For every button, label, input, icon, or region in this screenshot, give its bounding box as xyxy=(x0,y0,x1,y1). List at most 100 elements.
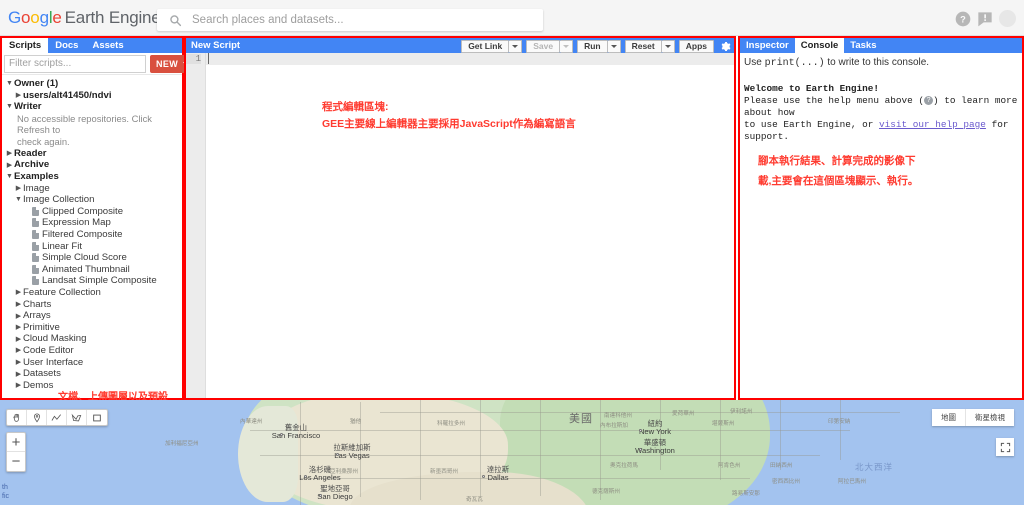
google-earth-engine-logo: Google Earth Engine xyxy=(8,7,161,27)
code-editor-panel: New Script Get Link Save Run Reset Apps … xyxy=(184,36,736,400)
tab-docs[interactable]: Docs xyxy=(48,38,85,53)
polyline-icon[interactable] xyxy=(47,410,67,425)
tree-item[interactable]: ▶ Feature Collection xyxy=(5,287,182,299)
save-button[interactable]: Save xyxy=(526,39,561,53)
tab-assets[interactable]: Assets xyxy=(85,38,130,53)
map-region-label: 奧克拉荷馬 xyxy=(610,463,638,469)
help-icon[interactable]: ? xyxy=(955,11,971,27)
tree-item[interactable]: Landsat Simple Composite xyxy=(5,275,182,287)
reset-dropdown[interactable] xyxy=(661,39,675,53)
tree-item[interactable]: ▼ Examples xyxy=(5,171,182,183)
map-region-label: 德克薩斯州 xyxy=(592,489,620,495)
map-fullscreen-button[interactable] xyxy=(996,438,1014,456)
map-type-map-button[interactable]: 地圖 xyxy=(932,409,966,426)
chevron-down-icon: ▼ xyxy=(6,80,13,88)
tree-item[interactable]: ▶ Code Editor xyxy=(5,345,182,357)
tree-item[interactable]: ▶ Datasets xyxy=(5,368,182,380)
reset-button[interactable]: Reset xyxy=(624,39,662,53)
console-hint-prefix: Use xyxy=(744,57,765,68)
run-button[interactable]: Run xyxy=(577,39,608,53)
map-region-label: 猶他 xyxy=(350,419,362,425)
tree-item-label: Examples xyxy=(14,171,59,183)
tab-tasks[interactable]: Tasks xyxy=(844,38,882,53)
map-border xyxy=(540,400,541,496)
tree-item[interactable]: ▶ Primitive xyxy=(5,321,182,333)
line-number-1: 1 xyxy=(186,54,201,64)
map-viewport[interactable]: 內華達州 猶他 科羅拉多州 內布拉斯加 堪薩斯州 印第安納 加利福尼亞州 亞利桑那州 新墨西哥州… xyxy=(0,400,1024,505)
tree-item[interactable]: ▶ Reader xyxy=(5,148,182,160)
tree-item[interactable]: ▼ Image Collection xyxy=(5,194,182,206)
editor-button-group: Get Link Save Run Reset Apps xyxy=(461,39,732,53)
hand-icon[interactable] xyxy=(7,410,27,425)
file-icon xyxy=(32,230,39,240)
account-avatar[interactable] xyxy=(999,10,1016,27)
map-city-dot xyxy=(280,433,283,436)
tree-item[interactable]: Filtered Composite xyxy=(5,229,182,241)
filter-scripts-input[interactable] xyxy=(4,54,146,73)
map-region-label: 堪薩斯州 xyxy=(712,421,735,427)
tree-item-label: User Interface xyxy=(23,356,84,368)
tree-item-label: Arrays xyxy=(23,310,51,322)
tree-item[interactable]: ▶ Image xyxy=(5,182,182,194)
tree-item[interactable]: ▶ Arrays xyxy=(5,310,182,322)
tree-item[interactable]: Expression Map xyxy=(5,217,182,229)
map-city-label: 拉斯維加斯 Las Vegas xyxy=(334,444,371,460)
tree-item-label: Demos xyxy=(23,379,54,391)
tree-item[interactable]: ▶ Archive xyxy=(5,159,182,171)
map-type-controls: 地圖 衛星檢視 xyxy=(932,409,1014,426)
tree-item[interactable]: Animated Thumbnail xyxy=(5,264,182,276)
new-button-label: NEW xyxy=(156,58,179,69)
tree-item[interactable]: ▶ users/alt41450/ndvi xyxy=(5,90,182,102)
map-border xyxy=(250,430,850,431)
feedback-icon[interactable] xyxy=(977,11,993,27)
chevron-down-icon xyxy=(664,44,671,48)
zoom-in-button[interactable]: + xyxy=(7,433,25,452)
help-page-link[interactable]: visit our help page xyxy=(879,119,986,130)
map-type-satellite-button[interactable]: 衛星檢視 xyxy=(966,409,1014,426)
tab-scripts[interactable]: Scripts xyxy=(2,38,49,53)
tree-item-label: users/alt41450/ndvi xyxy=(23,89,112,101)
save-dropdown[interactable] xyxy=(560,39,574,53)
apps-button[interactable]: Apps xyxy=(678,39,714,53)
tree-item-label: Image Collection xyxy=(23,194,95,206)
tab-inspector[interactable]: Inspector xyxy=(740,38,795,53)
map-corner-text-line1: th xyxy=(2,484,8,491)
script-title: New Script xyxy=(191,40,241,51)
get-link-dropdown[interactable] xyxy=(509,39,523,53)
map-region-label: 南達科他州 xyxy=(604,413,632,419)
run-dropdown[interactable] xyxy=(607,39,621,53)
tree-item-label: Datasets xyxy=(23,368,61,380)
get-link-button[interactable]: Get Link xyxy=(461,39,510,53)
search-input[interactable] xyxy=(192,14,543,26)
map-city-label: 紐約 New York xyxy=(639,420,671,436)
marker-icon[interactable] xyxy=(27,410,47,425)
tree-item[interactable]: ▶ Charts xyxy=(5,298,182,310)
tree-item[interactable]: ▼ Writer xyxy=(5,101,182,113)
editor-settings-button[interactable] xyxy=(718,39,732,53)
tree-item[interactable]: Clipped Composite xyxy=(5,206,182,218)
tree-item[interactable]: ▼ Owner (1) xyxy=(5,78,182,90)
tab-console[interactable]: Console xyxy=(794,38,845,53)
chevron-right-icon: ▶ xyxy=(6,150,13,158)
chevron-right-icon: ▶ xyxy=(15,382,22,390)
scripts-filter-row: NEW xyxy=(2,53,214,75)
tree-item[interactable]: Linear Fit xyxy=(5,240,182,252)
map-region-label: 阿拉巴馬州 xyxy=(838,479,866,485)
search-bar[interactable] xyxy=(157,9,543,31)
zoom-out-button[interactable]: − xyxy=(7,452,25,471)
tree-item[interactable]: ▶ Cloud Masking xyxy=(5,333,182,345)
chevron-down-icon xyxy=(563,44,570,48)
map-city-label-en: Las Vegas xyxy=(334,451,370,460)
chevron-right-icon: ▶ xyxy=(15,312,22,320)
map-ocean-label: 北大西洋 xyxy=(855,462,894,472)
chevron-down-icon xyxy=(512,44,519,48)
tree-item[interactable]: Simple Cloud Score xyxy=(5,252,182,264)
polygon-icon[interactable] xyxy=(67,410,87,425)
map-city-label: 華盛頓 Washington xyxy=(635,439,675,455)
tree-item[interactable]: ▶ User Interface xyxy=(5,356,182,368)
rectangle-icon[interactable] xyxy=(87,410,107,425)
editor-body[interactable]: 1 程式編輯區塊: GEE主要線上編輯器主要採用JavaScript作為編寫語言 xyxy=(186,53,734,398)
tree-item-label: Writer xyxy=(14,101,42,113)
map-border xyxy=(480,400,481,498)
tree-item-label: Simple Cloud Score xyxy=(42,252,127,264)
